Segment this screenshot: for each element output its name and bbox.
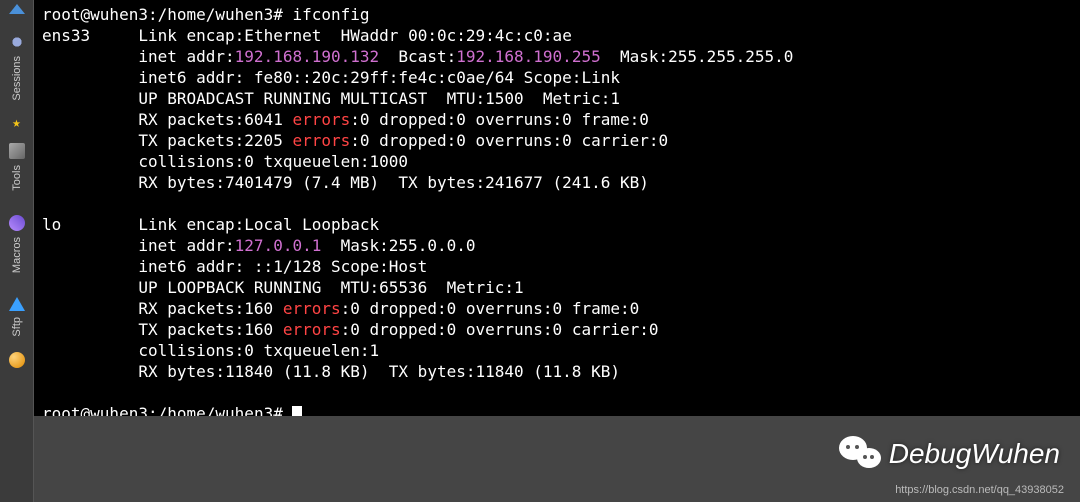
terminal-cursor bbox=[292, 406, 302, 417]
errors-label: errors bbox=[283, 320, 341, 339]
prompt-path: /home/wuhen3 bbox=[158, 5, 274, 24]
sidebar: Sessions ★ Tools Macros Sftp bbox=[0, 0, 34, 502]
wechat-icon bbox=[839, 436, 881, 472]
sidebar-tab-tools[interactable]: Tools bbox=[2, 132, 32, 202]
errors-label: errors bbox=[283, 299, 341, 318]
interface-name: lo bbox=[42, 215, 61, 234]
tools-icon bbox=[9, 143, 25, 159]
sidebar-tab-macros[interactable]: Macros bbox=[2, 204, 32, 284]
errors-label: errors bbox=[292, 110, 350, 129]
watermark-text: DebugWuhen bbox=[889, 438, 1060, 470]
ip-address: 127.0.0.1 bbox=[235, 236, 322, 255]
sftp-icon bbox=[9, 295, 25, 311]
macros-icon bbox=[9, 215, 25, 231]
prompt-user: root@wuhen3 bbox=[42, 5, 148, 24]
csdn-source-url: https://blog.csdn.net/qq_43938052 bbox=[895, 484, 1064, 496]
sidebar-tab-sessions[interactable]: Sessions bbox=[2, 22, 32, 112]
errors-label: errors bbox=[292, 131, 350, 150]
watermark: DebugWuhen bbox=[839, 436, 1060, 472]
sidebar-tab-label: Sftp bbox=[11, 317, 23, 337]
sidebar-star-icon[interactable]: ★ bbox=[12, 114, 20, 132]
sidebar-tab-label: Sessions bbox=[11, 56, 23, 101]
prompt-path: /home/wuhen3 bbox=[158, 404, 274, 416]
ip-address: 192.168.190.132 bbox=[235, 47, 380, 66]
status-ball-icon[interactable] bbox=[9, 352, 25, 368]
sessions-icon bbox=[9, 34, 25, 50]
sidebar-tab-label: Macros bbox=[11, 237, 23, 273]
prompt-user: root@wuhen3 bbox=[42, 404, 148, 416]
sidebar-tab-sftp[interactable]: Sftp bbox=[2, 286, 32, 346]
terminal-output[interactable]: root@wuhen3:/home/wuhen3# ifconfig ens33… bbox=[34, 0, 1080, 416]
command-text: ifconfig bbox=[292, 5, 369, 24]
sidebar-tab-label: Tools bbox=[11, 165, 23, 191]
bcast-address: 192.168.190.255 bbox=[456, 47, 601, 66]
collapse-arrow-icon[interactable] bbox=[9, 4, 25, 14]
interface-name: ens33 bbox=[42, 26, 90, 45]
